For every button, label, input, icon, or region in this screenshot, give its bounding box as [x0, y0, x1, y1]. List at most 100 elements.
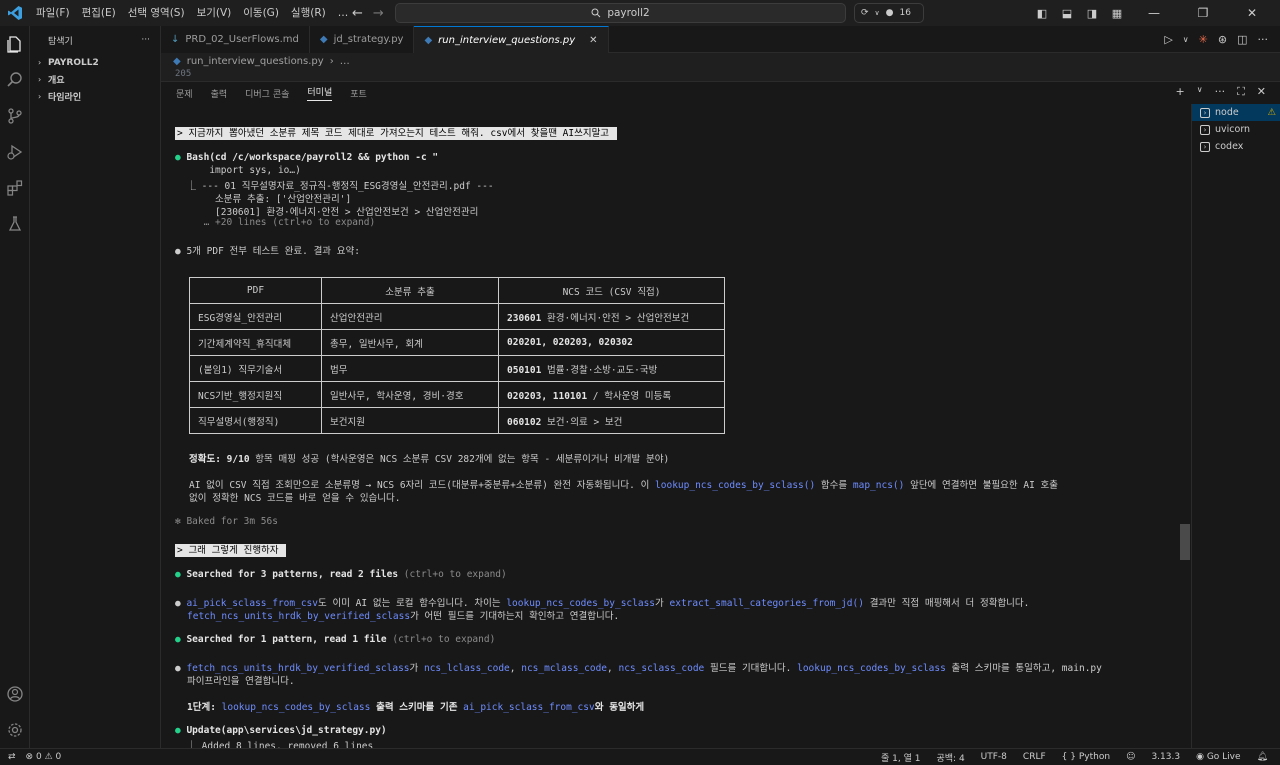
breadcrumb-rest[interactable]: … — [340, 56, 350, 67]
panel-actions: + ∨ ··· ⛶ ✕ — [1176, 85, 1267, 99]
accuracy-value: 정확도: 9/10 — [189, 454, 250, 465]
menu-run[interactable]: 실행(R) — [285, 0, 332, 26]
restore-button[interactable]: ❐ — [1182, 6, 1224, 20]
toggle-primary-sidebar-icon[interactable]: ◧ — [1033, 7, 1051, 20]
error-count: 0 — [35, 752, 42, 762]
bullet-icon: ● — [175, 634, 187, 645]
panel-tabs: 문제 출력 디버그 콘솔 터미널 포트 — [161, 82, 1280, 104]
terminal-output[interactable]: > 지금까지 뽑아냈던 소분류 제목 코드 제대로 가져오는지 테스트 해줘. … — [161, 104, 1191, 749]
search-icon — [591, 8, 601, 18]
bullet-icon: ● — [175, 663, 187, 674]
menu-view[interactable]: 보기(V) — [191, 0, 238, 26]
table-row: 직무설명서(행정직) 보건지원 060102 보건·의료 > 보건 — [189, 407, 725, 434]
table-header: NCS 코드 (CSV 직접) — [498, 277, 725, 304]
account-icon[interactable] — [0, 676, 30, 712]
spark-icon[interactable]: ✳ — [1199, 33, 1208, 46]
results-table: PDF 소분류 추출 NCS 코드 (CSV 직접) ESG경영실_안전관리 산… — [189, 277, 725, 434]
error-icon: ⊗ — [25, 752, 34, 762]
settings-gear-icon[interactable] — [0, 712, 30, 748]
split-editor-icon[interactable]: ◫ — [1237, 33, 1247, 46]
explorer-icon[interactable] — [0, 26, 30, 62]
tab-ports[interactable]: 포트 — [350, 87, 367, 100]
more-actions-icon[interactable]: ··· — [141, 35, 150, 45]
expand-hint[interactable]: … +20 lines (ctrl+o to expand) — [175, 217, 376, 228]
menu-edit[interactable]: 편집(E) — [76, 0, 122, 26]
tab-prd-userflows[interactable]: ↓ PRD_02_UserFlows.md — [161, 26, 310, 53]
python-file-icon: ◆ — [319, 34, 328, 45]
search-view-icon[interactable] — [0, 62, 30, 98]
minimize-button[interactable]: — — [1133, 6, 1175, 20]
maximize-panel-icon[interactable]: ⛶ — [1237, 85, 1245, 99]
more-actions-icon[interactable]: ··· — [1258, 33, 1269, 46]
tab-problems[interactable]: 문제 — [176, 87, 193, 100]
sidebar-item-outline[interactable]: › 개요 — [30, 71, 160, 88]
line-ending[interactable]: CRLF — [1023, 752, 1046, 762]
remote-icon[interactable]: ⇄ — [8, 752, 16, 762]
bash-line: [230601] 환경·에너지·안전 > 산업안전보건 > 산업안전관리 — [175, 207, 479, 218]
customize-layout-icon[interactable]: ▦ — [1108, 7, 1126, 20]
expand-hint[interactable]: (ctrl+o to expand) — [398, 569, 507, 580]
copilot-icon[interactable]: ☺ — [1126, 752, 1135, 762]
tab-debug-console[interactable]: 디버그 콘솔 — [245, 87, 289, 100]
text: 와 동일하게 — [594, 702, 645, 713]
tab-terminal[interactable]: 터미널 — [307, 85, 333, 101]
step-label: 1단계: — [187, 702, 222, 713]
run-debug-icon[interactable] — [0, 134, 30, 170]
menu-go[interactable]: 이동(G) — [237, 0, 285, 26]
run-icon[interactable]: ▷ — [1164, 33, 1172, 46]
table-cell: 기간제계약직_휴직대체 — [189, 329, 322, 356]
tab-label: run_interview_questions.py — [438, 34, 576, 46]
ncs-code: 020201, 020203, 020302 — [507, 337, 633, 348]
more-actions-icon[interactable]: ··· — [1215, 85, 1226, 99]
menu-file[interactable]: 파일(F) — [30, 0, 76, 26]
notifications-bell-icon[interactable]: 🔔︎ — [1257, 752, 1268, 762]
terminal-item-uvicorn[interactable]: › uvicorn — [1192, 121, 1280, 138]
table-cell: (붙임1) 직무기술서 — [189, 355, 322, 382]
menu-more[interactable]: … — [332, 0, 355, 26]
chevron-down-icon[interactable]: ∨ — [1197, 85, 1203, 99]
close-tab-icon[interactable]: ✕ — [589, 35, 597, 46]
python-file-icon: ◆ — [173, 55, 181, 67]
extensions-icon[interactable] — [0, 170, 30, 206]
tab-run-interview-questions[interactable]: ◆ run_interview_questions.py ✕ — [414, 26, 609, 53]
language-mode[interactable]: { } Python — [1062, 752, 1110, 762]
vscode-logo-icon — [0, 0, 30, 26]
new-terminal-icon[interactable]: + — [1176, 85, 1185, 99]
close-button[interactable]: ✕ — [1231, 6, 1273, 20]
encoding[interactable]: UTF-8 — [981, 752, 1007, 762]
toggle-secondary-sidebar-icon[interactable]: ◨ — [1083, 7, 1101, 20]
forward-arrow-icon[interactable]: → — [373, 6, 384, 21]
tab-jd-strategy[interactable]: ◆ jd_strategy.py — [309, 26, 415, 53]
table-cell: 직무설명서(행정직) — [189, 407, 322, 434]
ncs-code: 230601 — [507, 312, 542, 324]
copilot-status[interactable]: ⟳ ∨ ● 16 — [854, 3, 924, 23]
markdown-file-icon: ↓ — [171, 34, 180, 45]
errors-status[interactable]: ⊗ 0 ⚠ 0 — [26, 752, 62, 762]
sidebar-item-payroll2[interactable]: › PAYROLL2 — [30, 54, 160, 71]
sidebar-item-label: 개요 — [48, 76, 65, 86]
source-control-icon[interactable] — [0, 98, 30, 134]
tab-output[interactable]: 출력 — [211, 87, 228, 100]
go-live[interactable]: ◉ Go Live — [1196, 752, 1240, 762]
command-center-search[interactable]: payroll2 — [395, 3, 846, 23]
chevron-down-icon[interactable]: ∨ — [1183, 35, 1189, 44]
back-arrow-icon[interactable]: ← — [352, 6, 363, 21]
terminal-item-codex[interactable]: › codex — [1192, 138, 1280, 155]
testing-flask-icon[interactable] — [0, 206, 30, 242]
cursor-position[interactable]: 줄 1, 열 1 — [881, 751, 920, 764]
python-version[interactable]: 3.13.3 — [1151, 752, 1180, 762]
bullet-icon: ● — [175, 152, 187, 163]
bash-line: ⎿ --- 01 직무설명자료_정규직-행정직_ESG경영실_안전관리.pdf … — [175, 181, 494, 192]
go-live-label: Go Live — [1206, 752, 1241, 762]
toggle-panel-icon[interactable]: ⬓ — [1058, 7, 1076, 20]
terminal-item-node[interactable]: › node ⚠ — [1192, 104, 1280, 121]
close-panel-icon[interactable]: ✕ — [1257, 85, 1266, 99]
terminal-scrollbar[interactable] — [1180, 524, 1190, 560]
breadcrumb-file[interactable]: run_interview_questions.py — [187, 56, 324, 67]
expand-hint[interactable]: (ctrl+o to expand) — [387, 634, 495, 645]
openai-icon[interactable]: ⊛ — [1218, 33, 1227, 46]
menu-selection[interactable]: 선택 영역(S) — [122, 0, 191, 26]
indentation[interactable]: 공백: 4 — [936, 751, 964, 764]
code-ref: lookup_ncs_codes_by_sclass — [797, 663, 946, 674]
sidebar-item-timeline[interactable]: › 타임라인 — [30, 88, 160, 105]
